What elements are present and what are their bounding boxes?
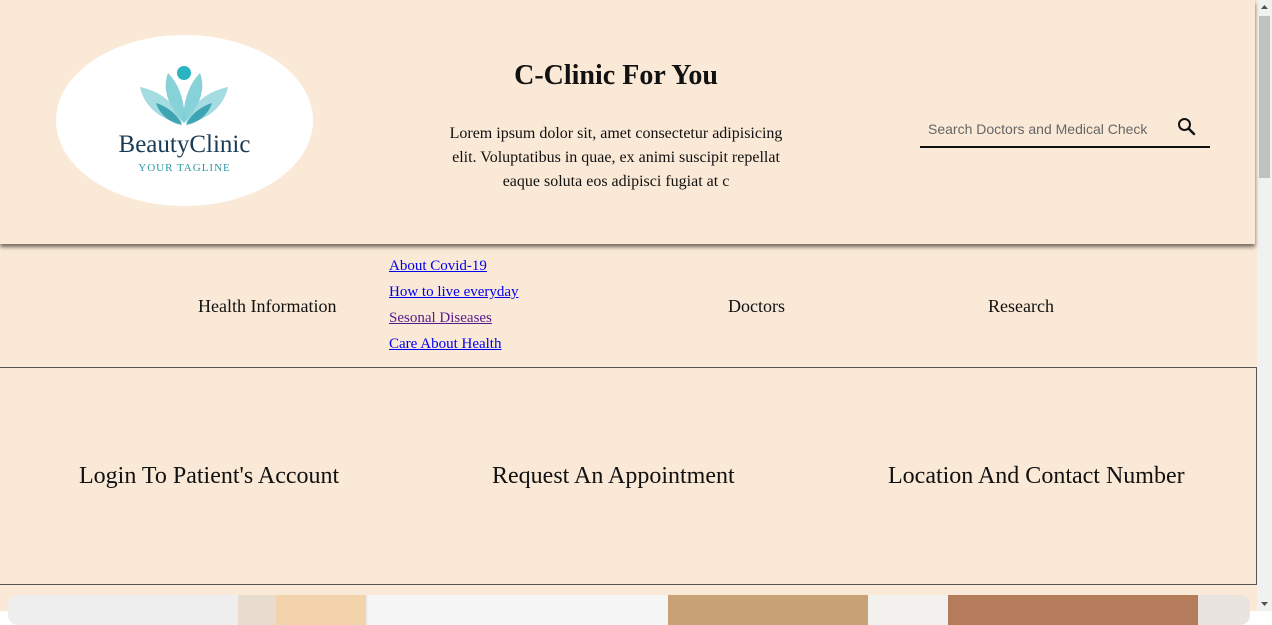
link-how-to-live[interactable]: How to live everyday <box>389 284 519 300</box>
scrollbar-thumb[interactable] <box>1259 16 1270 178</box>
scroll-up-icon[interactable] <box>1257 0 1272 15</box>
submenu-item: About Covid-19 <box>389 258 519 284</box>
logo-name: BeautyClinic <box>118 131 251 158</box>
location-contact[interactable]: Location And Contact Number <box>888 463 1185 490</box>
submenu-item: How to live everyday <box>389 284 519 310</box>
nav-health-information[interactable]: Health Information <box>198 296 336 317</box>
lotus-logo-icon <box>140 66 228 125</box>
link-seasonal-diseases[interactable]: Sesonal Diseases <box>389 310 492 326</box>
link-about-covid[interactable]: About Covid-19 <box>389 258 487 274</box>
site-header: BeautyClinic YOUR TAGLINE C-Clinic For Y… <box>0 0 1255 244</box>
search-icon <box>1178 118 1196 136</box>
health-submenu: About Covid-19 How to live everyday Seso… <box>389 258 519 362</box>
vertical-scrollbar[interactable] <box>1257 0 1272 611</box>
main-nav: Health Information About Covid-19 How to… <box>0 244 1257 368</box>
nav-research[interactable]: Research <box>988 296 1054 317</box>
nav-doctors[interactable]: Doctors <box>728 296 785 317</box>
intro-text: Lorem ipsum dolor sit, amet consectetur … <box>449 125 783 190</box>
login-patient-account[interactable]: Login To Patient's Account <box>79 463 339 490</box>
request-appointment[interactable]: Request An Appointment <box>492 463 735 490</box>
logo[interactable]: BeautyClinic YOUR TAGLINE <box>56 35 313 206</box>
quick-actions: Login To Patient's Account Request An Ap… <box>0 368 1257 585</box>
hero-image <box>8 595 1250 625</box>
search-input[interactable] <box>926 116 1175 142</box>
submenu-item: Sesonal Diseases <box>389 310 519 336</box>
page: BeautyClinic YOUR TAGLINE C-Clinic For Y… <box>0 0 1257 625</box>
search-button[interactable] <box>1176 116 1198 138</box>
link-care-about-health[interactable]: Care About Health <box>389 336 501 352</box>
logo-tagline: YOUR TAGLINE <box>138 162 231 174</box>
scroll-down-icon[interactable] <box>1257 596 1272 611</box>
page-title: C-Clinic For You <box>514 60 718 91</box>
submenu-item: Care About Health <box>389 336 519 362</box>
search-bar <box>920 110 1210 148</box>
